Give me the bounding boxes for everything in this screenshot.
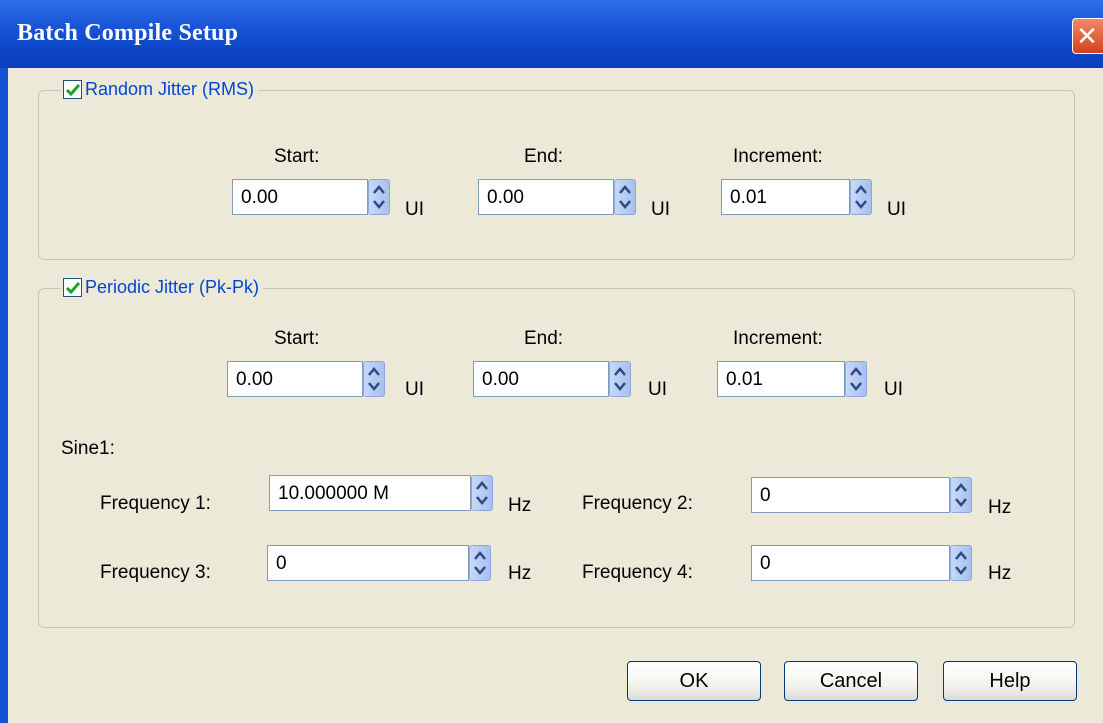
spin-arrows-icon [955,551,967,575]
rj-end-input[interactable]: 0.00 [478,179,614,215]
pj-end-unit: UI [648,379,667,400]
frequency-4-spinner[interactable] [950,545,972,581]
frequency-3-spinner[interactable] [469,545,491,581]
pj-end-label: End: [524,328,564,349]
frequency-1-input[interactable]: 10.000000 M [269,475,471,511]
rj-start-spinner[interactable] [368,179,390,215]
rj-end-unit: UI [651,199,670,220]
random-jitter-legend: Random Jitter (RMS) [61,79,259,100]
pj-start-spinner[interactable] [363,361,385,397]
periodic-jitter-label: Periodic Jitter (Pk-Pk) [85,277,260,297]
rj-increment-label: Increment: [733,146,823,167]
window-border [0,68,8,723]
spin-arrows-icon [619,185,631,209]
random-jitter-label: Random Jitter (RMS) [85,79,255,99]
cancel-button[interactable]: Cancel [784,661,918,701]
spin-arrows-icon [850,367,862,391]
frequency-4-unit: Hz [988,563,1012,584]
close-icon: ✕ [1076,20,1098,51]
sine-label: Sine1: [61,438,115,459]
frequency-3-label: Frequency 3: [100,562,211,583]
rj-start-label: Start: [274,146,320,167]
window-title: Batch Compile Setup [17,20,239,46]
frequency-2-unit: Hz [988,497,1012,518]
rj-increment-unit: UI [887,199,906,220]
random-jitter-checkbox[interactable] [63,80,82,99]
pj-start-unit: UI [405,379,424,400]
checkmark-icon [65,281,80,294]
help-button[interactable]: Help [943,661,1077,701]
periodic-jitter-legend: Periodic Jitter (Pk-Pk) [61,277,264,298]
spin-arrows-icon [955,483,967,507]
close-button[interactable]: ✕ [1072,18,1103,54]
spin-arrows-icon [476,481,488,505]
frequency-1-label: Frequency 1: [100,493,211,514]
pj-start-input[interactable]: 0.00 [227,361,363,397]
periodic-jitter-checkbox[interactable] [63,278,82,297]
pj-increment-input[interactable]: 0.01 [717,361,845,397]
frequency-4-input[interactable]: 0 [751,545,950,581]
frequency-1-unit: Hz [508,495,532,516]
spin-arrows-icon [474,551,486,575]
pj-increment-label: Increment: [733,328,823,349]
frequency-4-label: Frequency 4: [582,562,693,583]
frequency-3-input[interactable]: 0 [267,545,469,581]
title-bar: Batch Compile Setup ✕ [0,0,1103,68]
spin-arrows-icon [373,185,385,209]
frequency-3-unit: Hz [508,563,532,584]
rj-start-unit: UI [405,199,424,220]
rj-increment-spinner[interactable] [850,179,872,215]
frequency-2-label: Frequency 2: [582,493,693,514]
frequency-1-spinner[interactable] [471,475,493,511]
rj-end-label: End: [524,146,564,167]
spin-arrows-icon [855,185,867,209]
rj-end-spinner[interactable] [614,179,636,215]
frequency-2-input[interactable]: 0 [751,477,950,513]
rj-increment-input[interactable]: 0.01 [721,179,850,215]
ok-button[interactable]: OK [627,661,761,701]
pj-increment-spinner[interactable] [845,361,867,397]
spin-arrows-icon [368,367,380,391]
pj-start-label: Start: [274,328,320,349]
pj-end-input[interactable]: 0.00 [473,361,609,397]
pj-increment-unit: UI [884,379,903,400]
frequency-2-spinner[interactable] [950,477,972,513]
checkmark-icon [65,83,80,96]
pj-end-spinner[interactable] [609,361,631,397]
spin-arrows-icon [614,367,626,391]
random-jitter-group [38,90,1075,260]
rj-start-input[interactable]: 0.00 [232,179,368,215]
